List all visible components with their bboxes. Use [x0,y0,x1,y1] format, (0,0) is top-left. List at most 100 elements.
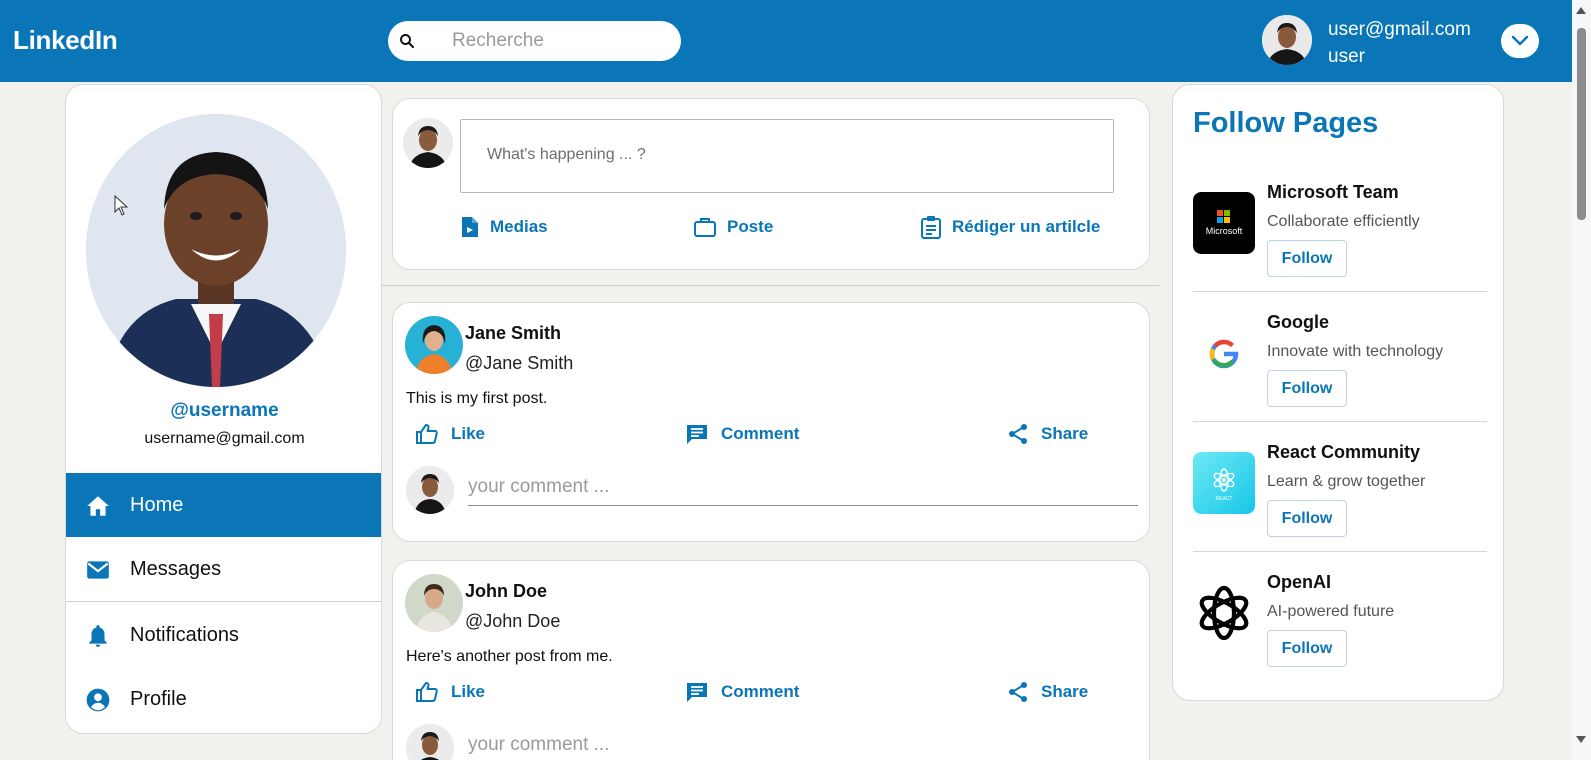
page-name[interactable]: OpenAI [1267,572,1331,593]
chevron-down-icon [1511,35,1529,46]
nav-messages[interactable]: Messages [66,537,381,601]
nav-messages-label: Messages [130,558,222,580]
search-icon [400,34,415,49]
avatar [403,118,453,168]
clipboard-icon [921,216,941,239]
top-navbar: LinkedIn user@gmail.com user [0,0,1572,82]
bell-icon [89,625,107,647]
search-box[interactable] [388,21,681,61]
react-logo-text: REACT [1216,496,1233,502]
user-email: user@gmail.com [1328,19,1471,40]
profile-photo [86,114,346,387]
feed-divider [382,285,1159,286]
page-item-microsoft: Microsoft Microsoft Team Collaborate eff… [1193,171,1487,301]
page-description: Collaborate efficiently [1267,213,1420,230]
like-button[interactable]: Like [415,421,485,447]
share-button[interactable]: Share [1007,421,1088,447]
share-label: Share [1041,682,1089,701]
google-logo[interactable] [1193,322,1255,384]
post-text: Here's another post from me. [406,648,613,665]
nav-profile-label: Profile [130,688,187,710]
page-name[interactable]: Google [1267,312,1329,333]
profile-handle[interactable]: @username [66,400,381,422]
home-icon [87,496,109,516]
comment-label: Comment [721,424,800,443]
scrollbar-thumb[interactable] [1577,28,1586,220]
briefcase-icon [694,218,716,237]
post-text-input[interactable] [460,119,1114,193]
microsoft-logo[interactable]: Microsoft [1193,192,1255,254]
like-label: Like [451,682,486,701]
poste-button[interactable]: Poste [693,214,773,240]
user-avatar-image [1262,15,1312,65]
page-name[interactable]: Microsoft Team [1267,182,1399,203]
follow-button[interactable]: Follow [1267,500,1347,537]
file-icon [462,217,478,237]
account-menu-button[interactable] [1501,24,1539,58]
post-author-name[interactable]: John Doe [465,581,547,602]
page-item-openai: OpenAI AI-powered future Follow [1193,561,1487,691]
post-author-handle: @Jane Smith [465,353,574,373]
openai-logo[interactable] [1193,582,1255,644]
profile-sidebar: @username username@gmail.com Home Messag… [65,84,382,734]
poste-label: Poste [727,217,774,236]
avatar [406,724,454,760]
share-label: Share [1041,424,1089,443]
comment-icon [687,683,707,702]
scroll-up-arrow[interactable] [1576,7,1586,14]
nav-home-label: Home [130,494,184,516]
avatar[interactable] [405,574,463,632]
page-name[interactable]: React Community [1267,442,1420,463]
post-card: Jane Smith @Jane Smith This is my first … [392,302,1150,542]
page-separator [1193,421,1487,422]
follow-pages-title: Follow Pages [1193,107,1379,139]
like-button[interactable]: Like [415,679,485,705]
page-description: AI-powered future [1267,603,1395,620]
follow-button[interactable]: Follow [1267,630,1347,667]
avatar [406,466,454,514]
scroll-down-arrow[interactable] [1576,736,1586,743]
write-article-label: Rédiger un artilcle [952,217,1101,236]
comment-label: Comment [721,682,800,701]
post-author-name[interactable]: Jane Smith [465,323,561,344]
thumb-up-icon [416,424,438,444]
post-text: This is my first post. [406,390,548,407]
thumb-up-icon [416,682,438,702]
medias-button[interactable]: Medias [460,214,548,240]
avatar[interactable] [405,316,463,374]
comment-icon [687,425,707,444]
react-logo[interactable]: REACT [1193,452,1255,514]
account-circle-icon [86,688,110,712]
nav-notifications-label: Notifications [130,624,239,646]
nav-divider [66,601,381,602]
profile-email: username@gmail.com [144,430,305,447]
page-description: Innovate with technology [1267,343,1444,360]
like-label: Like [451,424,486,443]
search-input[interactable] [452,21,662,61]
medias-label: Medias [490,217,548,236]
nav-profile[interactable]: Profile [66,667,381,731]
follow-pages-panel: Follow Pages Microsoft Microsoft Team Co… [1172,84,1504,701]
app-logo[interactable]: LinkedIn [13,25,118,56]
share-button[interactable]: Share [1007,679,1088,705]
comment-input[interactable] [468,726,1138,760]
mail-icon [87,561,109,579]
user-name: user [1328,46,1365,67]
share-icon [1009,424,1027,444]
mouse-cursor-icon [114,195,129,216]
post-author-handle: @John Doe [465,611,561,631]
nav-notifications[interactable]: Notifications [66,603,381,667]
comment-button[interactable]: Comment [685,679,799,705]
post-card: John Doe @John Doe Here's another post f… [392,560,1150,760]
follow-button[interactable]: Follow [1267,240,1347,277]
write-article-button[interactable]: Rédiger un artilcle [920,214,1100,240]
avatar[interactable] [1262,15,1312,65]
share-icon [1009,682,1027,702]
nav-home[interactable]: Home [66,473,381,537]
comment-input[interactable] [468,468,1138,506]
page-item-google: Google Innovate with technology Follow [1193,301,1487,431]
comment-button[interactable]: Comment [685,421,799,447]
page-separator [1193,551,1487,552]
follow-button[interactable]: Follow [1267,370,1347,407]
page-item-react: REACT React Community Learn & grow toget… [1193,431,1487,561]
